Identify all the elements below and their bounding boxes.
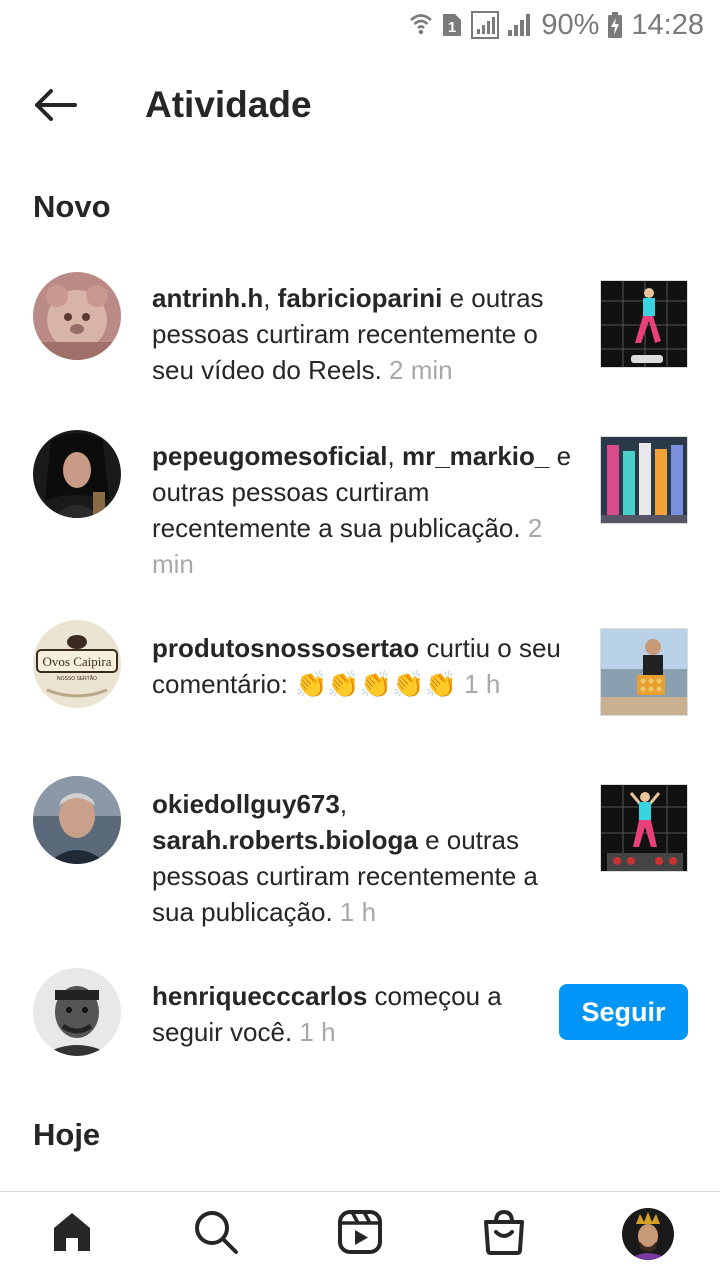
notification-text: henriquecccarlos começou a seguir você. … (152, 978, 532, 1050)
shop-icon (480, 1208, 528, 1261)
avatar-logo-text: Ovos Caipira (43, 654, 112, 669)
sim-label: 1 (448, 19, 456, 36)
nav-shop[interactable] (476, 1206, 532, 1262)
avatar[interactable]: Ovos Caipira NOSSO SERTÃO (33, 620, 121, 708)
username-link[interactable]: henriquecccarlos (152, 981, 367, 1011)
search-icon (192, 1208, 240, 1261)
signal-icon (471, 11, 500, 39)
timestamp: 2 min (389, 355, 453, 385)
timestamp: 1 h (464, 669, 501, 699)
notification-text: pepeugomesoficial, mr_markio_ e outras p… (152, 438, 572, 582)
username-link[interactable]: mr_markio_ (402, 441, 549, 471)
avatar[interactable] (33, 776, 121, 864)
notification-item[interactable]: okiedollguy673, sarah.roberts.biologa e … (0, 776, 720, 936)
post-thumbnail[interactable] (600, 280, 688, 368)
home-icon (48, 1208, 96, 1261)
arrow-left-icon (31, 87, 79, 128)
separator: , (387, 441, 402, 471)
timestamp: 1 h (339, 897, 377, 927)
post-thumbnail[interactable] (600, 436, 688, 524)
username-link[interactable]: okiedollguy673 (152, 789, 340, 819)
wifi-icon (409, 12, 433, 38)
nav-profile[interactable] (620, 1206, 676, 1262)
avatar-logo-subtext: NOSSO SERTÃO (57, 675, 97, 682)
notification-item[interactable]: antrinh.h, fabricioparini e outras pesso… (0, 270, 720, 390)
avatar[interactable] (33, 430, 121, 518)
separator: , (339, 789, 348, 819)
battery-percent: 90% (541, 8, 600, 41)
page-title: Atividade (145, 84, 312, 125)
signal-icon (507, 12, 533, 38)
bottom-nav (0, 1191, 720, 1281)
avatar[interactable] (33, 968, 121, 1056)
username-link[interactable]: produtosnossosertao (152, 633, 419, 663)
notification-item[interactable]: pepeugomesoficial, mr_markio_ e outras p… (0, 428, 720, 588)
sim-icon: 1 (441, 11, 463, 39)
status-bar: 1 90% 14:28 (0, 0, 720, 50)
battery-charging-icon (607, 11, 623, 39)
notification-item[interactable]: Ovos Caipira NOSSO SERTÃO produtosnossos… (0, 620, 720, 740)
clock: 14:28 (631, 8, 704, 41)
reels-icon (336, 1208, 384, 1261)
post-thumbnail[interactable] (600, 784, 688, 872)
username-link[interactable]: sarah.roberts.biologa (152, 825, 418, 855)
header: Atividade (0, 60, 720, 152)
nav-home[interactable] (44, 1206, 100, 1262)
follow-button[interactable]: Seguir (559, 984, 688, 1040)
section-title-today: Hoje (33, 1117, 101, 1152)
timestamp: 1 h (299, 1017, 336, 1047)
notification-text: produtosnossosertao curtiu o seu comentá… (152, 630, 572, 702)
separator: , (263, 283, 278, 313)
username-link[interactable]: antrinh.h (152, 283, 263, 313)
username-link[interactable]: pepeugomesoficial (152, 441, 388, 471)
section-title-new: Novo (33, 189, 111, 224)
avatar[interactable] (33, 272, 121, 360)
notification-text: antrinh.h, fabricioparini e outras pesso… (152, 280, 572, 388)
notification-text: okiedollguy673, sarah.roberts.biologa e … (152, 786, 572, 930)
back-button[interactable] (26, 82, 84, 132)
nav-reels[interactable] (332, 1206, 388, 1262)
notification-item[interactable]: henriquecccarlos começou a seguir você. … (0, 968, 720, 1064)
profile-avatar (622, 1208, 674, 1260)
username-link[interactable]: fabricioparini (278, 283, 443, 313)
post-thumbnail[interactable] (600, 628, 688, 716)
nav-search[interactable] (188, 1206, 244, 1262)
